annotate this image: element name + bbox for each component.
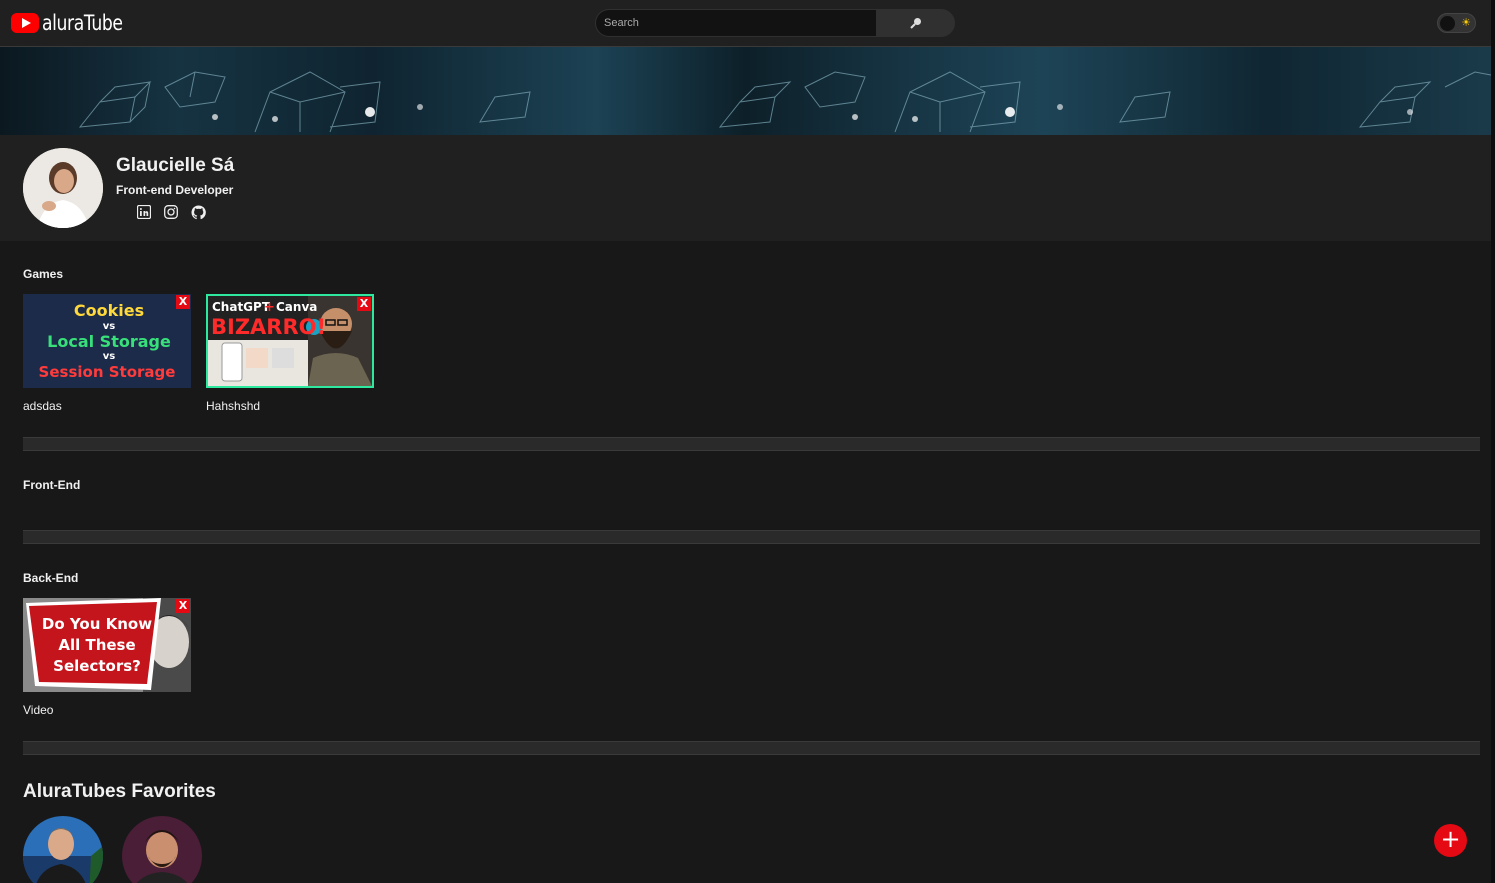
- search-input[interactable]: [595, 9, 876, 37]
- profile-name: Glaucielle Sá: [116, 155, 235, 176]
- favorite-avatar[interactable]: [23, 816, 103, 883]
- add-video-button[interactable]: +: [1434, 824, 1467, 857]
- thumb-text-session-storage: Session Storage: [39, 363, 176, 381]
- toggle-knob: [1440, 16, 1455, 31]
- thumb-text-all-these: All These: [58, 636, 135, 654]
- favorite-avatar[interactable]: [122, 816, 202, 883]
- section-title-games: Games: [23, 267, 64, 281]
- logo[interactable]: aluraTube: [11, 11, 140, 35]
- video-thumbnail[interactable]: ChatGPT + Canva BIZARRO! X: [206, 294, 374, 388]
- search-icon: [909, 18, 921, 29]
- top-bar: aluraTube ☀: [0, 0, 1491, 47]
- section-divider: [23, 741, 1480, 755]
- thumb-text-local-storage: Local Storage: [47, 332, 171, 351]
- video-thumbnail[interactable]: Do You Know All These Selectors? X: [23, 598, 191, 692]
- video-title[interactable]: Hahshshd: [206, 399, 374, 413]
- search-bar: [595, 9, 955, 37]
- profile-avatar: [23, 148, 103, 228]
- thumb-text-bizarro: BIZARRO!: [211, 315, 326, 339]
- video-thumbnail[interactable]: Cookies vs Local Storage vs Session Stor…: [23, 294, 191, 388]
- video-title[interactable]: Video: [23, 703, 191, 717]
- remove-video-button[interactable]: X: [176, 295, 190, 309]
- section-divider: [23, 437, 1480, 451]
- thumb-text-cookies: Cookies: [74, 301, 144, 320]
- remove-video-button[interactable]: X: [357, 297, 371, 311]
- scrollbar[interactable]: [1491, 0, 1495, 883]
- search-button[interactable]: [876, 9, 955, 37]
- thumb-text-selectors: Selectors?: [53, 657, 141, 675]
- thumb-text-chatgpt: ChatGPT: [212, 300, 271, 314]
- video-card[interactable]: Cookies vs Local Storage vs Session Stor…: [23, 294, 191, 413]
- video-title[interactable]: adsdas: [23, 399, 191, 413]
- section-divider: [23, 530, 1480, 544]
- profile-banner: [0, 47, 1491, 135]
- theme-toggle[interactable]: ☀: [1437, 13, 1476, 33]
- thumb-text-canva: Canva: [276, 300, 317, 314]
- video-card[interactable]: ChatGPT + Canva BIZARRO! X Hahshshd: [206, 294, 374, 413]
- section-title-front-end: Front-End: [23, 478, 81, 492]
- profile-job: Front-end Developer: [116, 183, 234, 197]
- instagram-icon[interactable]: [163, 204, 179, 220]
- video-card[interactable]: Do You Know All These Selectors? X Video: [23, 598, 191, 717]
- section-title-back-end: Back-End: [23, 571, 79, 585]
- github-icon[interactable]: [190, 204, 206, 220]
- thumb-text-do-you-know: Do You Know: [42, 615, 152, 633]
- logo-text: aluraTube: [42, 11, 123, 35]
- svg-text:+: +: [264, 300, 275, 315]
- social-links: [136, 204, 206, 220]
- thumb-text-vs-2: vs: [103, 351, 116, 362]
- sun-icon: ☀: [1461, 17, 1471, 29]
- favorites-title: AluraTubes Favorites: [23, 781, 216, 802]
- linkedin-icon[interactable]: [136, 204, 152, 220]
- thumb-text-vs-1: vs: [103, 321, 116, 332]
- remove-video-button[interactable]: X: [176, 599, 190, 613]
- profile-header: Glaucielle Sá Front-end Developer: [0, 135, 1491, 241]
- youtube-play-icon: [11, 13, 39, 33]
